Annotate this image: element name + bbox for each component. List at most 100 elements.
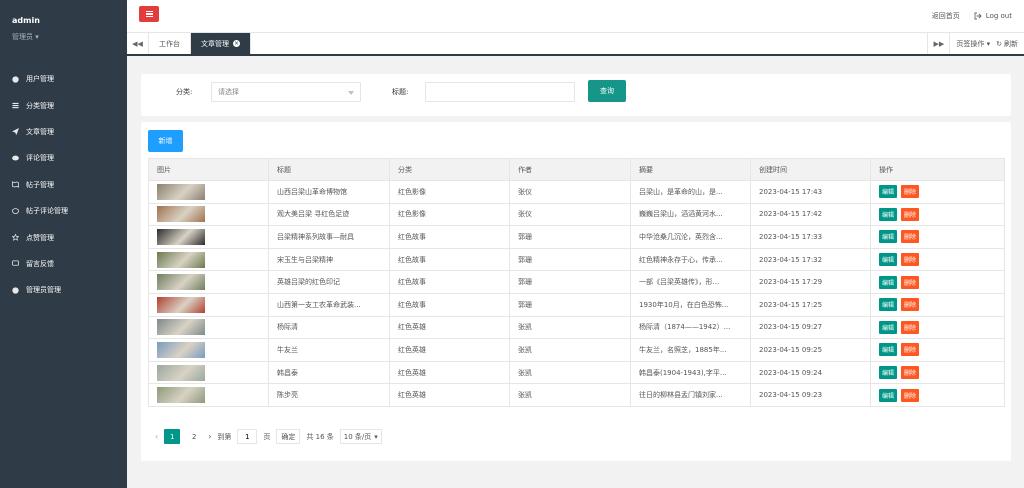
actions-cell: 编辑 删除 <box>870 202 1005 227</box>
delete-button[interactable]: 删除 <box>901 230 920 244</box>
delete-button[interactable]: 删除 <box>901 366 920 380</box>
article-thumbnail <box>157 364 205 381</box>
tabs-scroll-right-button[interactable]: ▶▶ <box>927 33 949 54</box>
delete-button[interactable]: 删除 <box>901 275 920 289</box>
thumbnail-cell <box>148 315 269 340</box>
search-card: 分类: 请选择 标题: 查询 <box>141 74 1011 116</box>
delete-button[interactable]: 删除 <box>901 185 920 199</box>
column-header: 摘要 <box>630 158 751 181</box>
delete-button[interactable]: 删除 <box>901 298 920 312</box>
actions-cell: 编辑 删除 <box>870 338 1005 362</box>
thumbnail-cell <box>148 247 269 272</box>
menu-toggle-button[interactable] <box>139 6 159 22</box>
actions-cell: 编辑 删除 <box>870 360 1005 385</box>
summary-cell: 牛友兰，名照芝，1885年... <box>630 338 751 362</box>
summary-cell: 一部《吕梁英雄传》，形... <box>630 270 751 294</box>
article-thumbnail <box>157 296 205 313</box>
logout-link[interactable]: Log out <box>974 12 1012 20</box>
tabs-scroll-left-button[interactable]: ◀◀ <box>127 33 149 54</box>
menu-bar-icon <box>145 13 153 15</box>
sidebar-nav: 用户管理分类管理文章管理评论管理 帖子管理帖子评论管理 点赞管理留言反馈管理员管理 <box>0 66 127 304</box>
tabs-spacer <box>251 33 927 54</box>
sidebar-item-label: 留言反馈 <box>26 259 54 268</box>
goto-confirm-button[interactable]: 确定 <box>276 429 301 444</box>
table-row: 英雄吕梁的红色印记 红色故事 郭珊 一部《吕梁英雄传》，形... 2023-04-15 … <box>148 270 1005 294</box>
actions-cell: 编辑 删除 <box>870 180 1005 204</box>
actions-cell: 编辑 删除 <box>870 383 1005 407</box>
sidebar-item-3[interactable]: 文章管理 <box>0 119 127 145</box>
article-thumbnail <box>157 274 205 291</box>
sidebar-item-7[interactable]: 点赞管理 <box>0 224 127 250</box>
delete-button[interactable]: 删除 <box>901 343 920 357</box>
logout-icon <box>974 12 982 20</box>
created-time-cell: 2023-04-15 17:25 <box>750 292 871 317</box>
column-header: 操作 <box>870 158 1005 181</box>
delete-button[interactable]: 删除 <box>901 320 920 334</box>
edit-button[interactable]: 编辑 <box>879 343 898 357</box>
menu-bar-icon <box>145 10 153 12</box>
sidebar-item-4[interactable]: 评论管理 <box>0 145 127 171</box>
actions-cell: 编辑 删除 <box>870 292 1005 317</box>
next-page-icon[interactable]: › <box>208 432 211 441</box>
user-role-dropdown[interactable]: 管理员 ▾ <box>12 32 127 42</box>
tab-workbench[interactable]: 工作台 <box>149 33 191 54</box>
summary-cell: 往日的柳林县孟门镇刘家... <box>630 383 751 407</box>
edit-button[interactable]: 编辑 <box>879 207 898 221</box>
thumbnail-cell <box>148 360 269 385</box>
column-header: 分类 <box>389 158 510 181</box>
sidebar-item-2[interactable]: 分类管理 <box>0 92 127 118</box>
sidebar-item-label: 分类管理 <box>26 101 54 110</box>
list-icon <box>12 102 26 109</box>
tab-article-management[interactable]: 文章管理 × <box>191 33 251 54</box>
sidebar-item-label: 文章管理 <box>26 127 54 136</box>
page-size-select[interactable]: 10 条/页 ▾ <box>339 429 382 444</box>
edit-button[interactable]: 编辑 <box>879 320 898 334</box>
title-input[interactable] <box>425 82 575 102</box>
star-icon <box>12 234 26 241</box>
title-cell: 宋玉生与吕梁精神 <box>268 247 390 272</box>
table-row: 韩昌泰 红色英雄 张凯 韩昌泰(1904-1943),字平... 2023-04-15 … <box>148 360 1005 385</box>
delete-button[interactable]: 删除 <box>901 253 920 267</box>
edit-button[interactable]: 编辑 <box>879 366 898 380</box>
category-select[interactable]: 请选择 <box>211 82 361 102</box>
thumbnail-cell <box>148 225 269 249</box>
user-name: admin <box>12 16 40 25</box>
sidebar-item-9[interactable]: 管理员管理 <box>0 277 127 303</box>
home-link[interactable]: 返回首页 <box>932 11 960 21</box>
delete-button[interactable]: 删除 <box>901 388 920 402</box>
sidebar-item-5[interactable]: 帖子管理 <box>0 172 127 198</box>
column-header: 图片 <box>148 158 269 181</box>
prev-page-icon[interactable]: ‹ <box>155 432 158 441</box>
author-cell: 张凯 <box>509 315 631 340</box>
edit-button[interactable]: 编辑 <box>879 253 898 267</box>
query-button[interactable]: 查询 <box>588 80 626 102</box>
edit-button[interactable]: 编辑 <box>879 275 898 289</box>
sidebar-item-6[interactable]: 帖子评论管理 <box>0 198 127 224</box>
created-time-cell: 2023-04-15 17:33 <box>750 225 871 249</box>
page-number[interactable]: 1 <box>164 429 181 444</box>
edit-button[interactable]: 编辑 <box>879 298 898 312</box>
tab-close-icon[interactable]: × <box>233 40 240 47</box>
sidebar-item-label: 帖子评论管理 <box>26 207 68 216</box>
title-cell: 杨际清 <box>268 315 390 340</box>
created-time-cell: 2023-04-15 09:25 <box>750 338 871 362</box>
goto-page-input[interactable] <box>237 429 258 444</box>
edit-button[interactable]: 编辑 <box>879 388 898 402</box>
tab-label: 文章管理 <box>201 39 229 48</box>
refresh-button[interactable]: ↻ 刷新 <box>996 39 1018 49</box>
edit-button[interactable]: 编辑 <box>879 230 898 244</box>
author-cell: 张凯 <box>509 338 631 362</box>
sidebar-item-8[interactable]: 留言反馈 <box>0 251 127 277</box>
created-time-cell: 2023-04-15 17:42 <box>750 202 871 227</box>
summary-cell: 红色精神永存于心，传承... <box>630 247 751 272</box>
created-time-cell: 2023-04-15 17:43 <box>750 180 871 204</box>
add-button[interactable]: 新增 <box>148 130 183 152</box>
delete-button[interactable]: 删除 <box>901 207 920 221</box>
pagination: ‹ 1 2 › 到第 页 确定 共 16 条 10 条/页 ▾ <box>155 429 382 444</box>
summary-cell: 1930年10月，在白色恐怖... <box>630 292 751 317</box>
sidebar-item-1[interactable]: 用户管理 <box>0 66 127 92</box>
page-number[interactable]: 2 <box>186 429 202 444</box>
edit-button[interactable]: 编辑 <box>879 185 898 199</box>
sidebar-item-label: 点赞管理 <box>26 233 54 242</box>
tab-ops-dropdown[interactable]: 页签操作 ▾ <box>956 39 990 49</box>
